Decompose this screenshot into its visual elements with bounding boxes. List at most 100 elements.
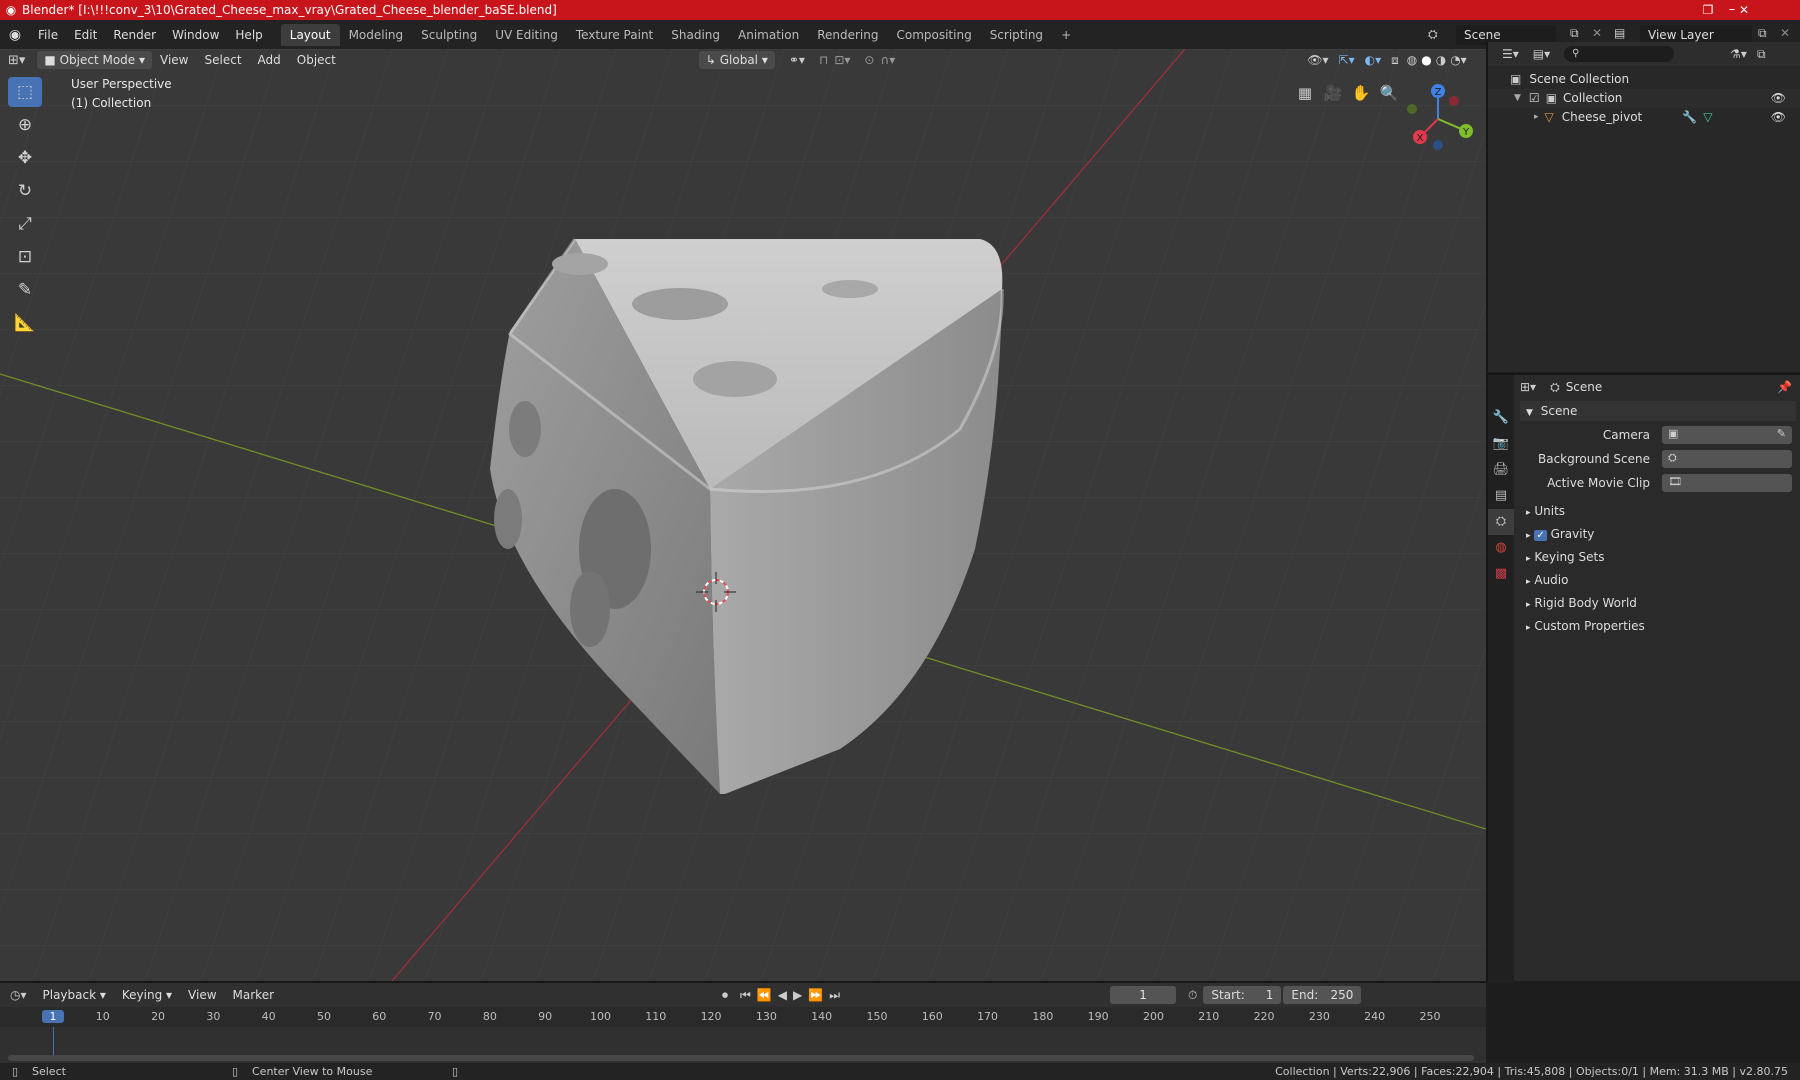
world-properties-tab-icon[interactable]: ◍ (1488, 535, 1514, 561)
gizmo-toggle-icon[interactable]: ⇱▾ (1339, 53, 1355, 67)
active-movie-clip-field[interactable]: 🎞 (1662, 474, 1792, 492)
output-properties-tab-icon[interactable]: 🖨 (1488, 457, 1514, 483)
close-window-button[interactable]: ✕ (1726, 0, 1762, 20)
jump-keyframe-back-icon[interactable]: ⏪ (757, 988, 772, 1002)
view-layer-tab-icon[interactable]: ▤ (1488, 483, 1514, 509)
3d-viewport[interactable]: ⊞▾ ■ Object Mode ▾ View Select Add Objec… (0, 49, 1486, 981)
outliner-editor-type-icon[interactable]: ☰▾ (1502, 47, 1519, 61)
current-frame-field[interactable]: 1 (1110, 986, 1177, 1004)
rendered-shading-icon[interactable]: ◔▾ (1450, 53, 1467, 67)
select-menu[interactable]: Select (197, 49, 250, 71)
render-properties-tab-icon[interactable]: 📷 (1488, 431, 1514, 457)
keying-sets-panel[interactable]: ▸ Keying Sets (1520, 547, 1790, 567)
jump-start-icon[interactable]: ⏮ (740, 988, 751, 1003)
toggle-camera-persp-icon[interactable]: ▦ (1292, 80, 1318, 106)
menu-render[interactable]: Render (105, 20, 164, 50)
timeline-scrollbar[interactable] (8, 1055, 1474, 1061)
menu-file[interactable]: File (30, 20, 66, 50)
start-frame-field[interactable]: Start: 1 (1203, 986, 1282, 1004)
object-visibility-icon[interactable]: 👁▾ (1307, 53, 1328, 67)
filter-icon[interactable]: ⚗▾ (1730, 47, 1747, 61)
wireframe-shading-icon[interactable]: ◍ (1407, 53, 1417, 67)
material-shading-icon[interactable]: ◑ (1436, 53, 1446, 67)
falloff-icon[interactable]: ∩▾ (880, 53, 895, 67)
tab-texture-paint[interactable]: Texture Paint (567, 24, 662, 46)
texture-properties-tab-icon[interactable]: ▩ (1488, 561, 1514, 587)
expand-object-icon[interactable]: ▸ (1534, 108, 1539, 127)
collection-visibility-eye-icon[interactable]: 👁 (1771, 89, 1786, 108)
record-button-icon[interactable]: ⏺ (722, 988, 728, 1003)
pivot-point-icon[interactable]: ⚭▾ (789, 53, 805, 67)
audio-panel[interactable]: ▸ Audio (1520, 570, 1790, 590)
scene-properties-tab-icon[interactable]: ⛭ (1488, 509, 1514, 535)
gizmo-neg-y-axis[interactable] (1407, 104, 1417, 114)
mesh-data-icon[interactable]: ▽ (1703, 108, 1712, 127)
delete-scene-icon[interactable]: ✕ (1592, 26, 1602, 40)
camera-view-icon[interactable]: 🎥 (1320, 80, 1346, 106)
tab-rendering[interactable]: Rendering (808, 24, 887, 46)
pin-icon[interactable]: 📌 (1777, 380, 1792, 394)
timeline-view-menu[interactable]: View (180, 984, 224, 1006)
new-scene-icon[interactable]: ⧉ (1570, 26, 1579, 41)
delete-view-layer-icon[interactable]: ✕ (1780, 26, 1790, 40)
tab-sculpting[interactable]: Sculpting (412, 24, 486, 46)
outliner-search-input[interactable]: ⚲ (1564, 46, 1675, 62)
expand-collection-icon[interactable]: ▼ (1514, 89, 1521, 108)
gravity-panel[interactable]: ▸ ✓ Gravity (1520, 524, 1790, 544)
object-visibility-eye-icon[interactable]: 👁 (1771, 108, 1786, 127)
background-scene-field[interactable]: ⛭ (1662, 450, 1792, 468)
camera-field[interactable]: ▣ ✎ (1662, 426, 1792, 444)
transform-orientation-selector[interactable]: ↳ Global ▾ (698, 51, 775, 69)
view-menu[interactable]: View (152, 49, 196, 71)
tool-properties-tab-icon[interactable]: 🔧 (1488, 405, 1514, 431)
editor-type-icon[interactable]: ⊞▾ (8, 53, 25, 68)
outliner-scene-collection[interactable]: ▣ Scene Collection (1488, 70, 1800, 89)
tab-uv-editing[interactable]: UV Editing (486, 24, 567, 46)
pan-view-icon[interactable]: ✋ (1348, 80, 1374, 106)
xray-toggle-icon[interactable]: ⧈ (1391, 53, 1399, 68)
maximize-button[interactable]: ❐ (1690, 0, 1726, 20)
tab-scripting[interactable]: Scripting (981, 24, 1052, 46)
marker-menu[interactable]: Marker (225, 984, 282, 1006)
overlays-toggle-icon[interactable]: ◐▾ (1365, 53, 1382, 67)
menu-help[interactable]: Help (227, 20, 270, 50)
scene-browse-icon[interactable]: ⛭ (1428, 27, 1438, 42)
solid-shading-icon[interactable]: ● (1421, 53, 1431, 67)
add-menu[interactable]: Add (250, 49, 289, 71)
custom-properties-panel[interactable]: ▸ Custom Properties (1520, 616, 1790, 636)
tab-animation[interactable]: Animation (729, 24, 808, 46)
playback-menu[interactable]: Playback ▾ (35, 984, 114, 1006)
new-collection-icon[interactable]: ⧉ (1757, 47, 1766, 62)
snap-icon[interactable]: ⊓ (819, 53, 828, 67)
tab-modeling[interactable]: Modeling (340, 24, 413, 46)
collection-exclude-checkbox[interactable]: ☑ (1529, 89, 1540, 108)
mode-selector[interactable]: ■ Object Mode ▾ (37, 51, 153, 69)
outliner-collection-row[interactable]: ▼ ☑ ▣ Collection 👁 (1488, 89, 1800, 108)
menu-window[interactable]: Window (164, 20, 227, 50)
modifier-wrench-icon[interactable]: 🔧 (1682, 108, 1697, 127)
menu-edit[interactable]: Edit (66, 20, 105, 50)
preview-range-icon[interactable]: ⏱ (1188, 988, 1197, 1003)
jump-keyframe-forward-icon[interactable]: ⏩ (808, 988, 823, 1002)
gravity-checkbox[interactable]: ✓ (1534, 530, 1547, 541)
jump-end-icon[interactable]: ⏭ (829, 988, 840, 1003)
add-workspace-button[interactable]: + (1052, 24, 1080, 46)
move-tool-icon[interactable]: ✥ (8, 143, 42, 173)
eyedropper-icon[interactable]: ✎ (1777, 427, 1786, 440)
play-icon[interactable]: ▶ (793, 988, 802, 1002)
scale-tool-icon[interactable]: ⤢ (8, 209, 42, 239)
object-menu[interactable]: Object (289, 49, 344, 71)
new-view-layer-icon[interactable]: ⧉ (1758, 26, 1767, 41)
display-mode-icon[interactable]: ▤▾ (1533, 47, 1550, 61)
play-reverse-icon[interactable]: ◀ (778, 988, 787, 1002)
view-layer-icon[interactable]: ▤ (1614, 26, 1625, 40)
tab-shading[interactable]: Shading (662, 24, 729, 46)
scene-panel-header[interactable]: ▼ Scene (1520, 401, 1796, 421)
navigation-gizmo[interactable]: Z Y X (1398, 79, 1478, 159)
tab-compositing[interactable]: Compositing (887, 24, 980, 46)
annotate-tool-icon[interactable]: ✎ (8, 275, 42, 305)
tab-layout[interactable]: Layout (280, 24, 340, 46)
select-box-tool-icon[interactable]: ⬚ (8, 77, 42, 107)
keying-menu[interactable]: Keying ▾ (114, 984, 180, 1006)
units-panel[interactable]: ▸ Units (1520, 501, 1790, 521)
